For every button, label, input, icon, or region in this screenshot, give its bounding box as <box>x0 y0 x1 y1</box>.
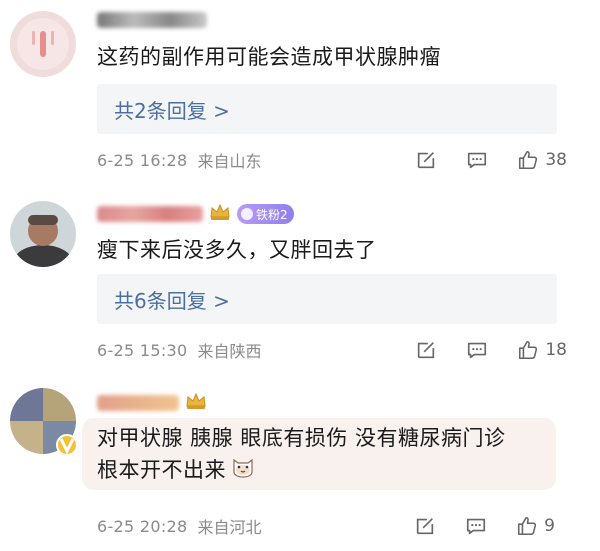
comment-icon <box>467 518 486 535</box>
comment-text-line: 对甲状腺 胰腺 眼底有损伤 没有糖尿病门诊 <box>97 426 506 450</box>
comment-text-line: 这药的副作用可能会造成甲状腺肿瘤 <box>97 45 441 69</box>
comment-text: 这药的副作用可能会造成甲状腺肿瘤 <box>97 42 441 72</box>
like-button[interactable]: 38 <box>517 149 567 171</box>
repost-button[interactable] <box>415 339 437 361</box>
comment-text-line: 瘦下来后没多久，又胖回去了 <box>97 238 377 262</box>
comment-location: 来自山东 <box>197 152 262 171</box>
comment-meta: 6-25 20:28 来自河北 9 <box>97 513 567 539</box>
comment-text-line-part: 根本开不出来 <box>97 458 226 482</box>
comment-location: 来自河北 <box>197 518 262 537</box>
like-button[interactable]: 18 <box>517 339 567 361</box>
crown-icon <box>209 203 231 225</box>
username-blurred <box>97 206 203 222</box>
comment-button[interactable] <box>466 339 488 361</box>
username[interactable]: 铁粉2 <box>97 203 294 225</box>
comment-actions: 38 <box>415 147 567 173</box>
comment-time: 6-25 16:28 <box>97 150 188 170</box>
repost-icon <box>418 342 435 359</box>
view-replies-button[interactable]: 共6条回复 > <box>97 274 557 324</box>
comment-button[interactable] <box>465 515 487 537</box>
avatar[interactable] <box>10 388 78 456</box>
fan-badge-label: 铁粉2 <box>256 207 288 222</box>
fan-badge: 铁粉2 <box>237 204 294 224</box>
username[interactable] <box>97 392 207 414</box>
comment-location: 来自陕西 <box>197 342 262 361</box>
repost-icon <box>417 518 434 535</box>
username-blurred <box>97 395 179 411</box>
comment-item: 这药的副作用可能会造成甲状腺肿瘤 共2条回复 > 6-25 16:28 来自山东… <box>0 0 600 190</box>
like-count: 38 <box>545 150 567 170</box>
avatar-image <box>10 201 76 267</box>
comment-button[interactable] <box>466 149 488 171</box>
thumbs-up-icon <box>518 516 537 536</box>
comment-time: 6-25 15:30 <box>97 340 188 360</box>
avatar[interactable] <box>10 11 76 77</box>
verified-v-icon <box>56 434 78 456</box>
comment-icon <box>468 152 487 169</box>
comment-icon <box>468 342 487 359</box>
like-count: 9 <box>544 516 555 536</box>
comment-text: 瘦下来后没多久，又胖回去了 <box>97 235 377 265</box>
avatar[interactable] <box>10 201 76 267</box>
crown-icon <box>185 392 207 414</box>
comment-text: 对甲状腺 胰腺 眼底有损伤 没有糖尿病门诊 根本开不出来 <box>97 423 506 487</box>
username-blurred <box>97 12 207 28</box>
comment-actions: 9 <box>414 513 567 539</box>
like-count: 18 <box>545 340 567 360</box>
avatar-image <box>10 11 76 77</box>
comment-meta: 6-25 15:30 来自陕西 18 <box>97 337 567 363</box>
like-button[interactable]: 9 <box>516 515 555 537</box>
comment-text-line: 根本开不出来 <box>97 453 506 487</box>
repost-icon <box>418 152 435 169</box>
cat-face-emoji-icon <box>230 453 256 487</box>
repost-button[interactable] <box>414 515 436 537</box>
repost-button[interactable] <box>415 149 437 171</box>
comment-actions: 18 <box>415 337 567 363</box>
username[interactable] <box>97 9 207 31</box>
thumbs-up-icon <box>519 340 538 360</box>
comment-item: 铁粉2 瘦下来后没多久，又胖回去了 共6条回复 > 6-25 15:30 来自陕… <box>0 190 600 375</box>
comment-item: 对甲状腺 胰腺 眼底有损伤 没有糖尿病门诊 根本开不出来 6-25 20:28 … <box>0 375 600 551</box>
comment-time: 6-25 20:28 <box>97 516 188 536</box>
view-replies-button[interactable]: 共2条回复 > <box>97 84 557 134</box>
thumbs-up-icon <box>519 150 538 170</box>
comment-meta: 6-25 16:28 来自山东 38 <box>97 147 567 173</box>
